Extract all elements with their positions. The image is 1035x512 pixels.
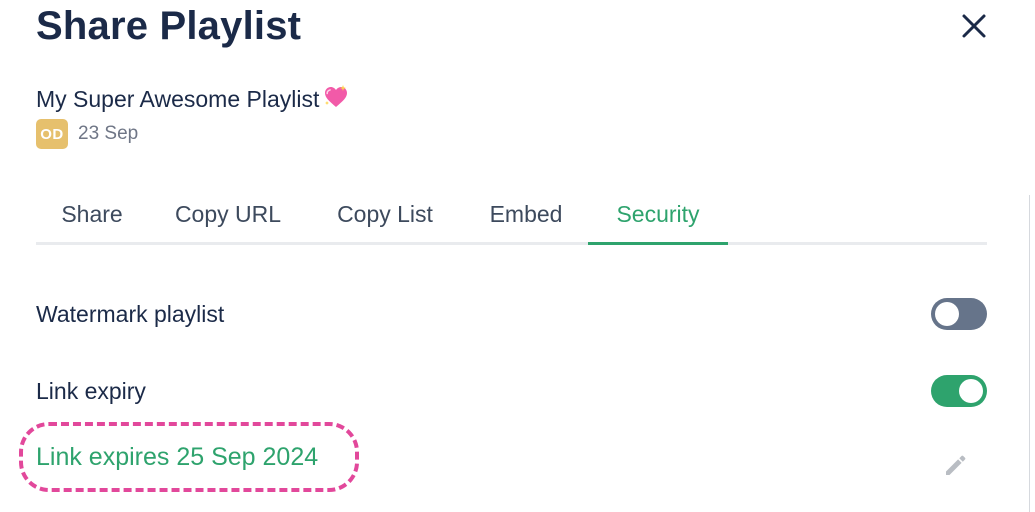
watermark-label: Watermark playlist xyxy=(36,301,225,327)
playlist-name-row: My Super Awesome Playlist xyxy=(36,84,349,114)
playlist-name: My Super Awesome Playlist xyxy=(36,86,320,112)
dialog-title: Share Playlist xyxy=(36,4,302,48)
pencil-icon xyxy=(946,455,966,475)
tab-share[interactable]: Share xyxy=(36,192,148,242)
tab-copy-list[interactable]: Copy List xyxy=(321,192,449,242)
watermark-toggle[interactable] xyxy=(931,298,987,330)
sparkling-heart-icon xyxy=(323,84,349,110)
playlist-meta: OD 23 Sep xyxy=(36,118,138,150)
tab-copy-url[interactable]: Copy URL xyxy=(163,192,293,242)
toggle-knob xyxy=(935,302,959,326)
link-expiry-toggle[interactable] xyxy=(931,375,987,407)
close-icon xyxy=(962,14,986,38)
link-expiry-date[interactable]: Link expires 25 Sep 2024 xyxy=(36,441,318,473)
share-tabs: Share Copy URL Copy List Embed Security xyxy=(36,192,987,245)
share-playlist-dialog: Share Playlist My Super Awesome Playlist… xyxy=(0,0,1035,512)
scrollbar-track[interactable] xyxy=(1029,195,1030,512)
link-expiry-label: Link expiry xyxy=(36,378,146,404)
playlist-date: 23 Sep xyxy=(78,123,139,144)
close-button[interactable] xyxy=(956,8,992,44)
tab-security[interactable]: Security xyxy=(588,192,728,245)
avatar[interactable]: OD xyxy=(36,119,68,149)
toggle-knob xyxy=(959,379,983,403)
edit-expiry-button[interactable] xyxy=(942,451,970,479)
tab-embed[interactable]: Embed xyxy=(476,192,576,242)
